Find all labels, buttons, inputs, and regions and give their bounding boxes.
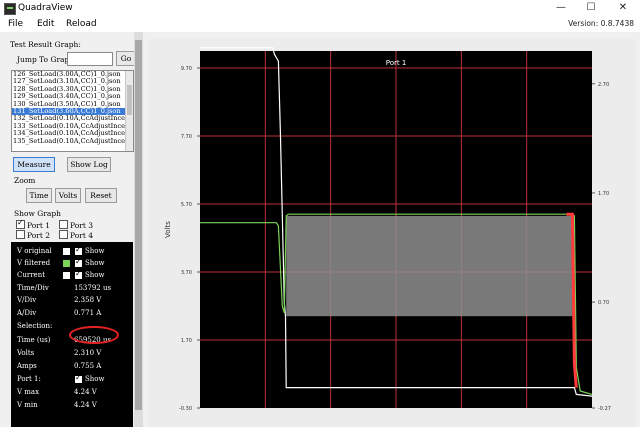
current-show-checkbox[interactable] xyxy=(75,269,82,279)
show-label: Show xyxy=(85,247,105,255)
v-original-swatch xyxy=(63,248,70,255)
y-axis-label: Volts xyxy=(164,221,172,238)
vmin-value: 4.24 V xyxy=(74,401,97,409)
zoom-time-button[interactable]: Time xyxy=(26,188,52,203)
menu-file[interactable]: File xyxy=(8,19,23,29)
y-tick-label: 5.70 xyxy=(181,202,192,208)
test-result-graph-label: Test Result Graph: xyxy=(10,40,81,49)
port3-checkbox[interactable]: Port 3 xyxy=(59,220,93,230)
zoom-volts-button[interactable]: Volts xyxy=(55,188,81,203)
a-div-label: A/Div xyxy=(17,309,37,317)
y2-tick-label: 0.70 xyxy=(598,300,609,306)
chart-title: Port 1 xyxy=(386,59,407,67)
y-tick-label: 9.70 xyxy=(181,66,192,72)
list-item[interactable]: 135_SetLoad(0.10A,CcAdjustInceas xyxy=(12,137,133,145)
y-tick-label: 1.70 xyxy=(181,338,192,344)
volts-label: Volts xyxy=(17,349,35,357)
checkbox-icon[interactable] xyxy=(16,218,25,229)
v-original-label: V original xyxy=(17,247,52,255)
time-div-label: Time/Div xyxy=(17,284,49,292)
jump-to-graph-input[interactable] xyxy=(67,52,113,66)
window-title: QuadraView xyxy=(18,3,73,13)
port1-label: Port 1: xyxy=(17,375,41,383)
y2-tick-label: 1.70 xyxy=(598,191,609,197)
volts-value: 2.310 V xyxy=(74,349,102,357)
v-filtered-label: V filtered xyxy=(17,259,51,267)
file-list-scrollbar[interactable] xyxy=(125,71,133,151)
y-tick-label: 3.70 xyxy=(181,270,192,276)
time-label: Time (us) xyxy=(17,336,51,344)
y-tick-label: 7.70 xyxy=(181,134,192,140)
show-graph-label: Show Graph xyxy=(14,209,61,218)
a-div-value: 0.771 A xyxy=(74,309,102,317)
scrollbar-thumb[interactable] xyxy=(135,40,142,410)
measure-button[interactable]: Measure xyxy=(13,157,55,172)
show-label: Show xyxy=(85,259,105,267)
v-filtered-show-checkbox[interactable] xyxy=(75,257,82,267)
v-div-value: 2.358 V xyxy=(74,296,102,304)
v-div-label: V/Div xyxy=(17,296,37,304)
menu-bar: File Edit Reload Version: 0.8.7438 xyxy=(0,17,640,32)
go-button[interactable]: Go xyxy=(116,51,136,66)
port1-checkbox[interactable]: Port 1 xyxy=(16,218,50,230)
jump-to-graph-label: Jump To Graph xyxy=(17,55,75,64)
checkbox-icon[interactable] xyxy=(59,230,68,239)
zoom-reset-button[interactable]: Reset xyxy=(85,188,117,203)
shaded-region xyxy=(286,215,573,317)
highlight-circle xyxy=(69,326,119,344)
y-tick-label: -0.30 xyxy=(179,406,192,412)
vmin-label: V min xyxy=(17,401,38,409)
selection-label: Selection: xyxy=(17,322,53,330)
title-bar: QuadraView — ☐ ✕ xyxy=(0,0,640,17)
current-swatch xyxy=(63,272,70,279)
show-label: Show xyxy=(85,271,105,279)
time-div-value: 153792 us xyxy=(74,284,112,292)
file-list[interactable]: 126_SetLoad(3.00A,CC)1_0.json 127_SetLoa… xyxy=(11,70,134,152)
checkbox-icon[interactable] xyxy=(59,220,68,229)
voltage-chart[interactable]: 9.70 7.70 5.70 3.70 1.70 -0.30 2.70 1.70 0.70 -0.… xyxy=(148,39,636,427)
port1-show-checkbox[interactable] xyxy=(75,373,82,383)
menu-reload[interactable]: Reload xyxy=(66,19,97,29)
vmax-value: 4.24 V xyxy=(74,388,97,396)
v-filtered-swatch xyxy=(63,260,70,267)
port2-checkbox[interactable]: Port 2 xyxy=(16,230,50,240)
port4-checkbox[interactable]: Port 4 xyxy=(59,230,93,240)
current-label: Current xyxy=(17,271,46,279)
amps-label: Amps xyxy=(17,362,37,370)
maximize-icon[interactable]: ☐ xyxy=(580,1,602,15)
amps-value: 0.755 A xyxy=(74,362,102,370)
checkbox-icon[interactable] xyxy=(16,230,25,239)
close-icon[interactable]: ✕ xyxy=(612,1,634,15)
menu-edit[interactable]: Edit xyxy=(37,19,54,29)
vmax-label: V max xyxy=(17,388,40,396)
app-icon xyxy=(4,3,16,15)
show-label: Show xyxy=(85,375,105,383)
y2-tick-label: -0.27 xyxy=(598,406,611,412)
zoom-label: Zoom xyxy=(14,176,36,185)
show-log-button[interactable]: Show Log xyxy=(67,157,111,172)
y2-tick-label: 2.70 xyxy=(598,82,609,88)
version-label: Version: 0.8.7438 xyxy=(568,19,634,28)
v-original-show-checkbox[interactable] xyxy=(75,245,82,255)
minimize-icon[interactable]: — xyxy=(550,1,572,15)
